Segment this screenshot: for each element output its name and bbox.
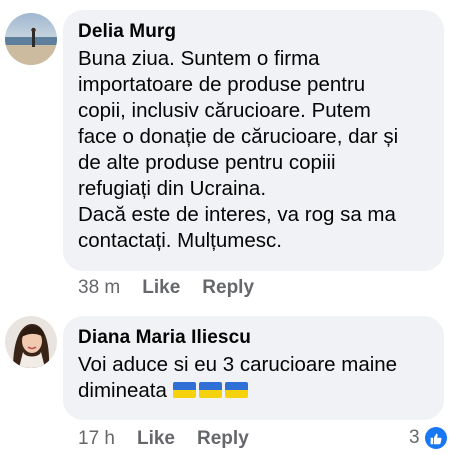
comment-line-with-emoji: dimineata <box>78 378 430 404</box>
like-button[interactable]: Like <box>142 277 180 299</box>
comment-line: de alte produse pentru copiii <box>78 151 336 174</box>
comment-timestamp[interactable]: 38 m <box>78 277 120 299</box>
avatar-diana-maria-iliescu[interactable] <box>5 316 57 368</box>
comments-thread: Delia Murg Buna ziua. Suntem o firma imp… <box>0 0 462 455</box>
reply-button[interactable]: Reply <box>197 428 249 450</box>
comment-bubble: Delia Murg Buna ziua. Suntem o firma imp… <box>63 10 444 271</box>
comment-line: Voi aduce si eu 3 carucioare maine <box>78 353 398 376</box>
avatar-delia-murg[interactable] <box>5 13 57 65</box>
reply-button[interactable]: Reply <box>202 277 254 299</box>
like-button[interactable]: Like <box>137 428 175 450</box>
comment-line: contactați. Mulțumesc. <box>78 229 282 252</box>
comment-line: face o donație de cărucioare, dar și <box>78 125 399 148</box>
ukraine-flag-icon <box>198 378 225 404</box>
thumbs-up-icon <box>424 427 447 449</box>
comment-line: copii, inclusiv cărucioare. Putem <box>78 99 371 122</box>
ukraine-flag-icon <box>172 378 199 404</box>
comment-line: importatoare de produse pentru <box>78 73 366 96</box>
comment-bubble: Diana Maria Iliescu Voi aduce si eu 3 ca… <box>63 316 444 420</box>
comment-actions: 17 h Like Reply <box>78 428 271 450</box>
comment-line: Buna ziua. Suntem o firma <box>78 47 320 70</box>
comment-text: Voi aduce si eu 3 carucioare maine dimin… <box>78 352 430 404</box>
comment-author[interactable]: Diana Maria Iliescu <box>78 326 430 350</box>
comment-text: Buna ziua. Suntem o firma importatoare d… <box>78 46 430 254</box>
reaction-summary[interactable]: 3 <box>409 427 447 449</box>
comment-timestamp[interactable]: 17 h <box>78 428 115 450</box>
comment-line: Dacă este de interes, va rog sa ma <box>78 203 396 226</box>
reaction-count: 3 <box>409 427 420 448</box>
comment-line: dimineata <box>78 379 167 402</box>
comment-actions: 38 m Like Reply <box>78 277 276 299</box>
comment-author[interactable]: Delia Murg <box>78 20 430 44</box>
comment-line: refugiați din Ucraina. <box>78 177 267 200</box>
ukraine-flag-icon <box>224 378 251 404</box>
